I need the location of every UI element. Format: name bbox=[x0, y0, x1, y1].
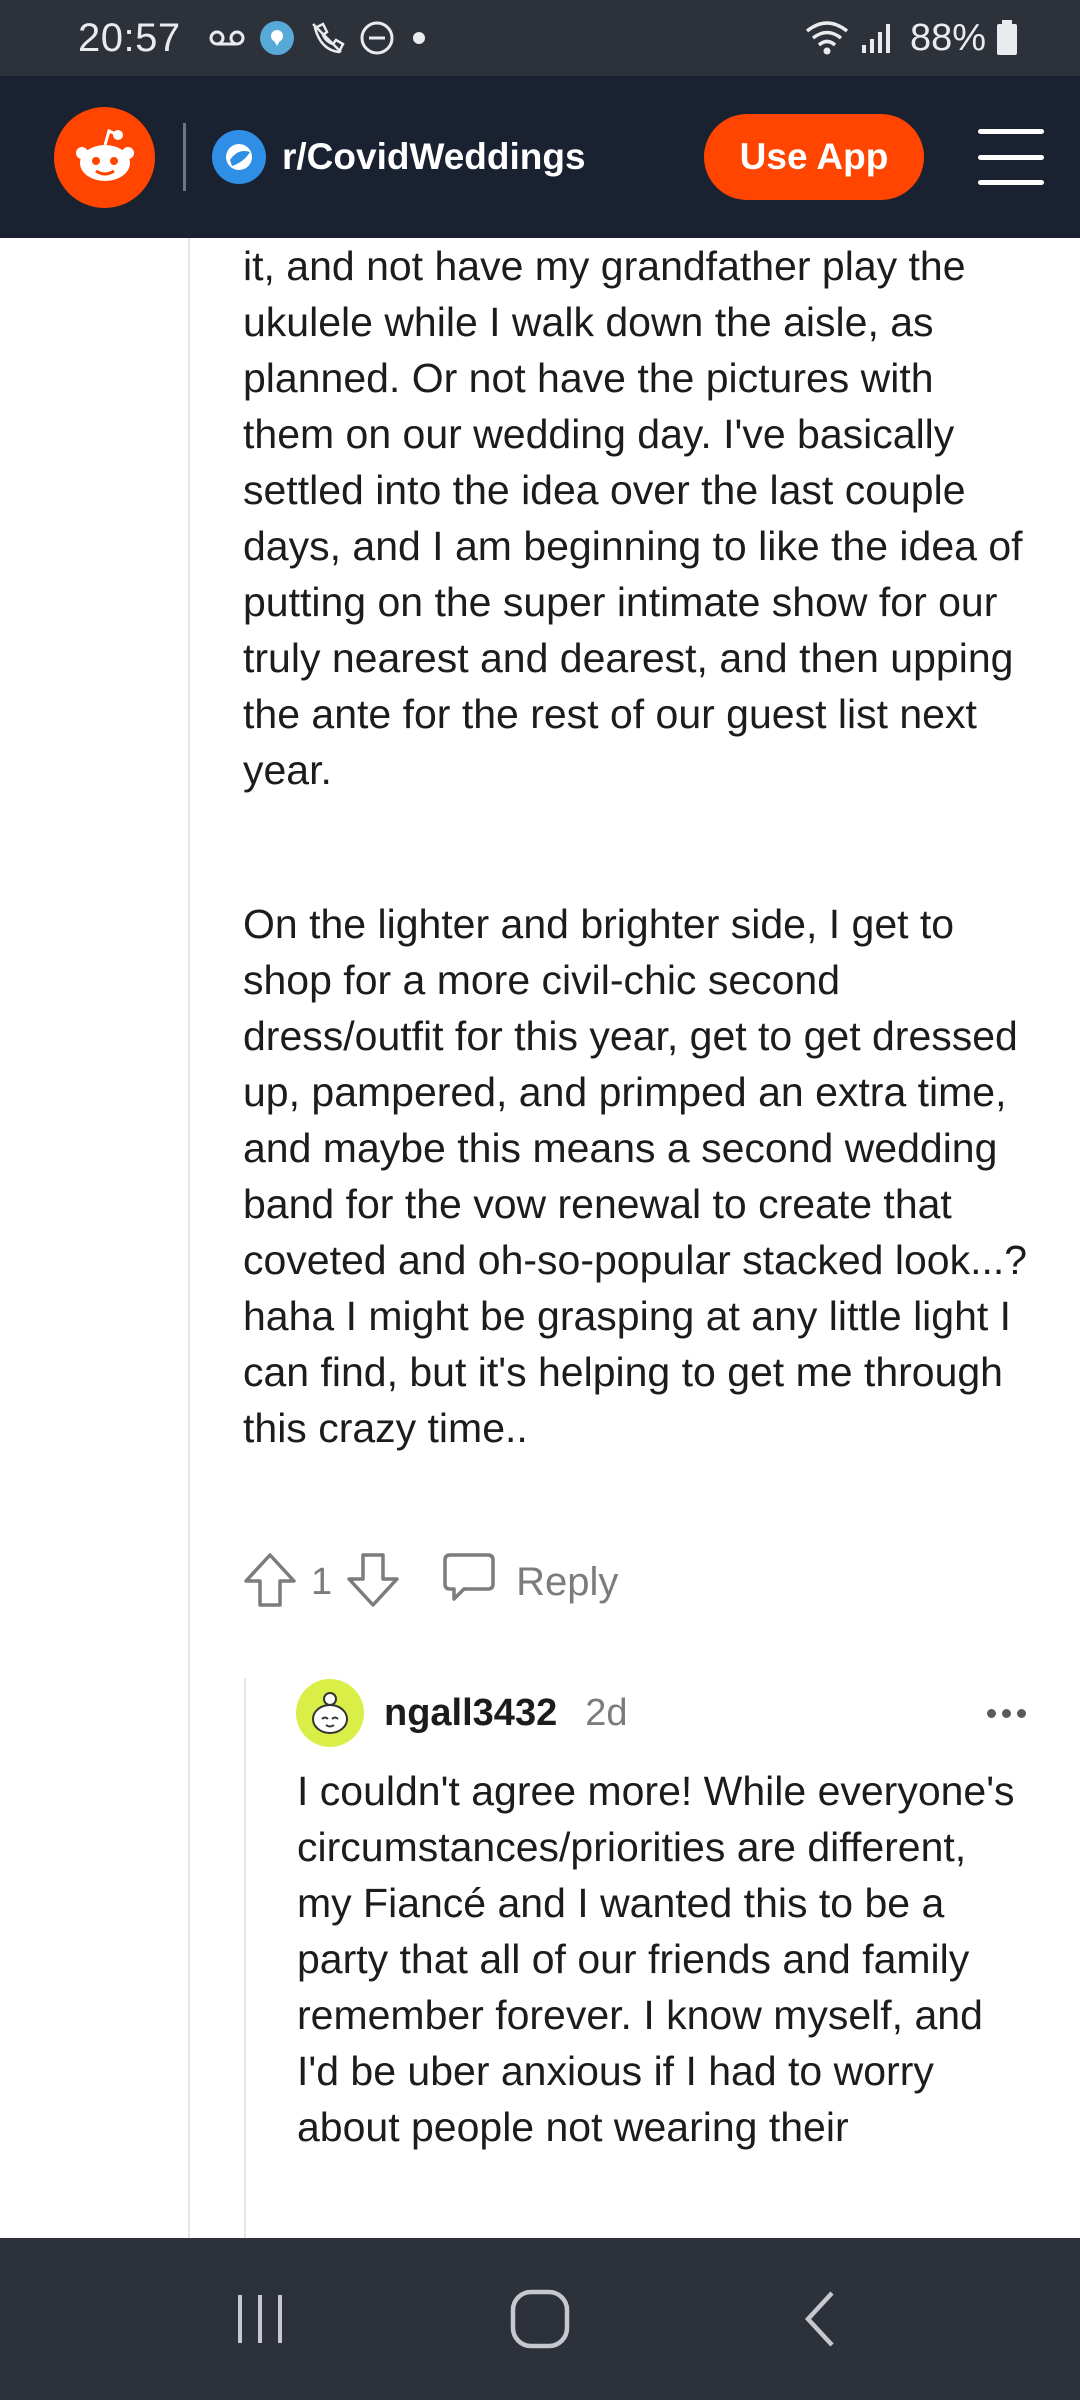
comment-thread: it, and not have my grandfather play the… bbox=[0, 238, 1080, 2238]
comment-paragraph: it, and not have my grandfather play the… bbox=[243, 243, 1023, 793]
home-icon[interactable] bbox=[480, 2269, 600, 2369]
user-avatar[interactable] bbox=[296, 1679, 364, 1747]
reply-button[interactable]: Reply bbox=[442, 1552, 618, 1612]
subreddit-icon[interactable] bbox=[212, 130, 266, 184]
upvote-icon[interactable] bbox=[243, 1552, 297, 1613]
signal-icon bbox=[860, 21, 894, 55]
comment-bubble-icon bbox=[442, 1552, 496, 1612]
downvote-icon[interactable] bbox=[346, 1552, 400, 1613]
comment-age: 2d bbox=[585, 1691, 628, 1734]
vote-count: 1 bbox=[311, 1560, 333, 1603]
battery-icon bbox=[996, 20, 1018, 56]
back-icon[interactable] bbox=[760, 2269, 880, 2369]
app-header: r/CovidWeddings Use App bbox=[0, 76, 1080, 238]
use-app-button[interactable]: Use App bbox=[704, 114, 924, 200]
reply-label: Reply bbox=[516, 1559, 619, 1604]
child-thread-line[interactable] bbox=[244, 1678, 246, 2238]
child-comment-body: I couldn't agree more! While everyone's … bbox=[297, 1768, 1015, 2150]
hamburger-menu-icon[interactable] bbox=[978, 129, 1044, 185]
header-divider bbox=[183, 123, 186, 191]
thread-line[interactable] bbox=[188, 238, 190, 2238]
wifi-icon bbox=[804, 19, 850, 57]
subreddit-name[interactable]: r/CovidWeddings bbox=[282, 136, 586, 178]
username[interactable]: ngall3432 bbox=[384, 1692, 557, 1735]
do-not-disturb-icon bbox=[359, 20, 395, 56]
battery-percentage: 88% bbox=[909, 16, 986, 59]
more-options-icon[interactable] bbox=[987, 1708, 1026, 1718]
comment-paragraph: On the lighter and brighter side, I get … bbox=[243, 901, 1028, 1451]
status-time: 20:57 bbox=[78, 15, 181, 60]
child-comment-header: ngall3432 2d bbox=[296, 1678, 1026, 1748]
reddit-logo-icon[interactable] bbox=[54, 106, 155, 208]
blocked-calls-icon bbox=[309, 20, 345, 56]
voicemail-icon bbox=[209, 28, 245, 48]
system-nav-bar bbox=[0, 2238, 1080, 2400]
recent-apps-icon[interactable] bbox=[200, 2269, 320, 2369]
status-bar: 20:57 88% bbox=[0, 0, 1080, 76]
comment-actions: 1 Reply bbox=[243, 1550, 618, 1614]
location-app-icon bbox=[259, 20, 295, 56]
notification-dot-icon bbox=[409, 28, 429, 48]
